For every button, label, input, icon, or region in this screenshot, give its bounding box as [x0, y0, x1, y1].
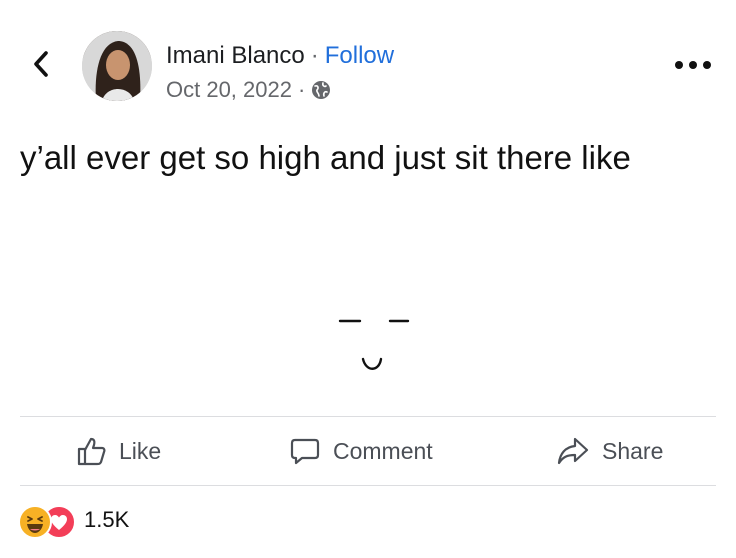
avatar[interactable]	[82, 31, 152, 101]
name-separator: ·	[310, 42, 319, 69]
follow-button[interactable]: Follow	[325, 42, 394, 70]
comment-button[interactable]: Comment	[289, 417, 433, 485]
author-row: Imani Blanco · Follow	[166, 40, 394, 72]
share-label: Share	[602, 437, 664, 464]
reactions-summary[interactable]: 1.5K	[16, 500, 129, 540]
more-horizontal-icon	[675, 61, 711, 69]
haha-reaction-icon	[18, 505, 52, 539]
globe-icon[interactable]	[311, 80, 331, 100]
comment-icon	[290, 438, 320, 465]
comment-label: Comment	[333, 437, 433, 464]
author-name[interactable]: Imani Blanco	[166, 42, 305, 70]
like-label: Like	[119, 437, 162, 464]
back-button[interactable]	[26, 46, 56, 82]
reaction-count: 1.5K	[84, 507, 130, 532]
post-date[interactable]: Oct 20, 2022	[166, 77, 292, 103]
date-separator: ·	[297, 77, 306, 102]
thumbs-up-icon	[77, 437, 106, 466]
post-meta: Oct 20, 2022 ·	[166, 76, 331, 104]
like-button[interactable]: Like	[75, 417, 161, 485]
action-bar: Like Comment Share	[20, 417, 716, 485]
more-options-button[interactable]	[670, 52, 716, 78]
sleepy-face-drawing	[330, 300, 420, 390]
chevron-left-icon	[34, 51, 48, 77]
post-text: y’all ever get so high and just sit ther…	[20, 139, 631, 176]
share-arrow-icon	[557, 437, 589, 465]
reaction-icons	[16, 503, 80, 539]
divider-bottom	[20, 485, 716, 486]
post-header: Imani Blanco · Follow Oct 20, 2022 ·	[0, 0, 736, 115]
share-button[interactable]: Share	[556, 417, 663, 485]
